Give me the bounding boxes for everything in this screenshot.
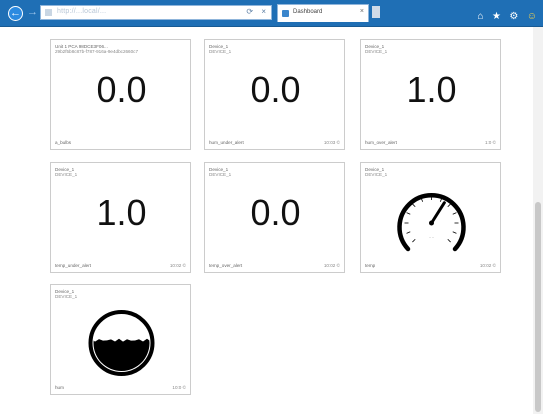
gauge-tick xyxy=(412,203,416,208)
gauge-hub xyxy=(429,220,434,226)
tile-temp-over-alert[interactable]: Device_1 DEVICE_1 0.0 temp_over_alert 10… xyxy=(204,162,345,273)
tile-timestamp: 10:02 © xyxy=(323,263,340,268)
tile-subtitle: DEVICE_1 xyxy=(55,172,78,177)
tile-temp-under-alert[interactable]: Device_1 DEVICE_1 1.0 temp_under_alert 1… xyxy=(50,162,191,273)
favorites-icon[interactable]: ★ xyxy=(492,10,501,23)
tile-subtitle: DEVICE_1 xyxy=(365,49,388,54)
tile-subtitle: 29b2f5b8c87b-f787-916a-9e4dbc2660c7 xyxy=(55,49,139,54)
tile-sensor-name: hum_under_alert xyxy=(209,140,244,145)
gauge-tick xyxy=(406,212,411,215)
tab-label: Dashboard xyxy=(293,9,323,15)
tank-level-gauge xyxy=(88,310,155,376)
tab-close-icon[interactable]: × xyxy=(360,8,364,15)
tile-sensor-name: hum xyxy=(55,385,64,390)
back-button[interactable]: ← xyxy=(8,6,23,21)
tab-dashboard[interactable]: Dashboard × xyxy=(277,4,369,22)
gauge-tick xyxy=(447,238,451,243)
gear-icon[interactable]: ⚙ xyxy=(509,10,518,23)
scrollbar-thumb[interactable] xyxy=(535,202,541,412)
gauge-tick xyxy=(452,231,457,234)
gauge-needle xyxy=(430,201,446,225)
tile-timestamp: 1:0 © xyxy=(484,140,496,145)
tile-value: 0.0 xyxy=(96,69,147,110)
new-tab-button[interactable] xyxy=(372,6,380,18)
tile-subtitle: DEVICE_1 xyxy=(209,49,232,54)
tile-sensor-name: temp xyxy=(365,263,376,268)
tile-value: 1.0 xyxy=(406,69,457,110)
tile-sensor-name: a_bulbs xyxy=(55,140,72,145)
address-bar[interactable]: http://...local/... ⟳ × xyxy=(40,5,272,20)
vertical-scrollbar[interactable] xyxy=(533,27,543,414)
gauge-tick xyxy=(452,212,457,215)
tile-temp-gauge[interactable]: Device_1 DEVICE_1 ·· ·· temp 10:02 © xyxy=(360,162,501,273)
tile-timestamp: 10:0 © xyxy=(172,385,186,390)
speedometer-gauge: ·· ·· xyxy=(397,193,466,252)
gauge-tick xyxy=(406,231,411,234)
tile-timestamp: 10:03 © xyxy=(323,140,340,145)
feedback-smiley-icon[interactable]: ☺ xyxy=(527,10,537,23)
tile-sensor-name: hum_over_alert xyxy=(365,140,397,145)
browser-tools: ⌂ ★ ⚙ ☺ xyxy=(473,6,537,22)
gauge-tick xyxy=(412,238,416,243)
tile-hum-under-alert[interactable]: Device_1 DEVICE_1 0.0 hum_under_alert 10… xyxy=(204,39,345,150)
tile-hum-tank[interactable]: Device_1 DEVICE_1 hum 10:0 © xyxy=(50,284,191,395)
tile-value: 0.0 xyxy=(250,192,301,233)
tile-timestamp: 10:02 © xyxy=(169,263,186,268)
gauge-tick xyxy=(447,203,451,208)
site-icon xyxy=(45,9,52,16)
browser-toolbar: ← → http://...local/... ⟳ × Dashboard × … xyxy=(0,0,543,27)
tile-timestamp: 10:02 © xyxy=(479,263,496,268)
tile-a-bulbs[interactable]: Unit 1 PCA 98DCE3F06... 29b2f5b8c87b-f78… xyxy=(50,39,191,150)
tile-sensor-name: temp_over_alert xyxy=(209,263,243,268)
forward-button[interactable]: → xyxy=(26,6,39,19)
dashboard-page: Unit 1 PCA 98DCE3F06... 29b2f5b8c87b-f78… xyxy=(0,27,531,414)
refresh-icon[interactable]: ⟳ × xyxy=(246,7,269,16)
tile-hum-over-alert[interactable]: Device_1 DEVICE_1 1.0 hum_over_alert 1:0… xyxy=(360,39,501,150)
tile-subtitle: DEVICE_1 xyxy=(209,172,232,177)
home-icon[interactable]: ⌂ xyxy=(477,10,483,23)
tile-sensor-name: temp_under_alert xyxy=(55,263,92,268)
url-text: http://...local/... xyxy=(57,8,107,15)
tile-value: 1.0 xyxy=(96,192,147,233)
tab-favicon-icon xyxy=(282,10,289,17)
gauge-caption: ·· ·· xyxy=(429,236,435,240)
tile-value: 0.0 xyxy=(250,69,301,110)
